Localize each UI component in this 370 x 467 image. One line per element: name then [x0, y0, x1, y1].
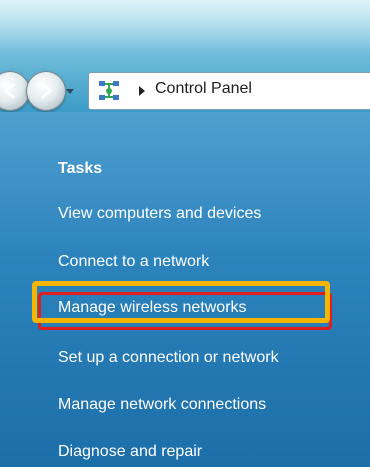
toolbar-sheen [0, 0, 370, 52]
breadcrumb-control-panel[interactable]: Control Panel [155, 80, 252, 98]
tasks-heading: Tasks [58, 160, 103, 177]
task-diagnose-and-repair[interactable]: Diagnose and repair [58, 443, 202, 461]
task-view-computers-and-devices[interactable]: View computers and devices [58, 205, 261, 223]
window-toolbar: Control Panel [0, 0, 370, 112]
address-bar[interactable]: Control Panel [88, 72, 370, 110]
highlight-box-outer [32, 281, 330, 323]
network-and-sharing-icon [99, 81, 119, 100]
forward-arrow-icon [41, 83, 52, 99]
breadcrumb-arrow-icon[interactable] [137, 85, 147, 97]
task-connect-to-a-network[interactable]: Connect to a network [58, 253, 209, 271]
forward-button[interactable] [26, 71, 66, 111]
task-set-up-connection-or-network[interactable]: Set up a connection or network [58, 349, 279, 367]
task-manage-network-connections[interactable]: Manage network connections [58, 396, 266, 414]
recent-pages-dropdown[interactable] [64, 85, 76, 97]
back-arrow-icon [4, 83, 15, 99]
